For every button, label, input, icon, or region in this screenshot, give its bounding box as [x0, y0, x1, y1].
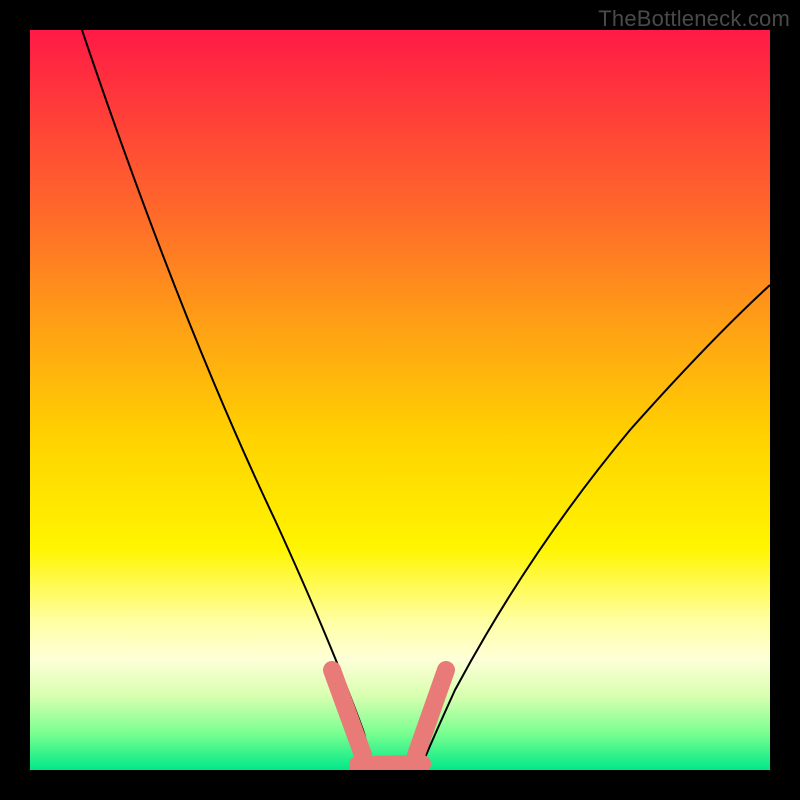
curves-svg: [30, 30, 770, 770]
chart-container: TheBottleneck.com: [0, 0, 800, 800]
plot-area: [30, 30, 770, 770]
right-curve: [422, 285, 770, 765]
left-curve: [82, 30, 367, 765]
marker-bottom: [358, 764, 422, 765]
marker-left: [332, 670, 363, 755]
watermark-text: TheBottleneck.com: [598, 6, 790, 32]
